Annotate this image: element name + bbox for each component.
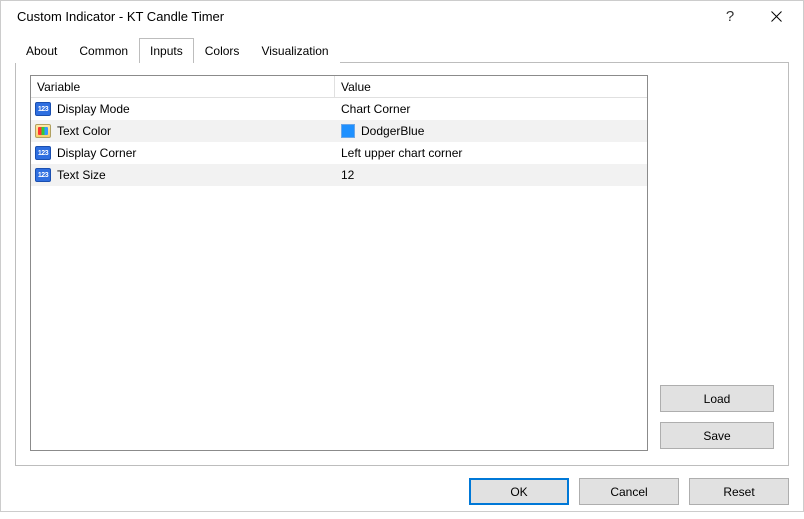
close-button[interactable] — [753, 1, 799, 31]
tab-colors[interactable]: Colors — [194, 38, 251, 63]
number-type-icon: 123 — [35, 102, 51, 116]
table-body: 123 Display Mode Chart Corner Text Color Dod… — [31, 98, 647, 450]
tab-panel: Variable Value 123 Display Mode Chart Corn… — [15, 62, 789, 466]
cell-value[interactable]: Chart Corner — [335, 98, 647, 120]
table-row[interactable]: 123 Display Corner Left upper chart corner — [31, 142, 647, 164]
cell-value[interactable]: DodgerBlue — [335, 120, 647, 142]
variable-label: Text Size — [57, 168, 106, 182]
variable-label: Text Color — [57, 124, 111, 138]
cell-variable: 123 Text Size — [31, 164, 335, 186]
value-label: DodgerBlue — [361, 124, 424, 138]
value-label: Left upper chart corner — [341, 146, 462, 160]
value-label: 12 — [341, 168, 354, 182]
cell-value[interactable]: Left upper chart corner — [335, 142, 647, 164]
cell-variable: 123 Display Mode — [31, 98, 335, 120]
window-title: Custom Indicator - KT Candle Timer — [17, 9, 707, 24]
value-label: Chart Corner — [341, 102, 410, 116]
tab-inputs[interactable]: Inputs — [139, 38, 194, 63]
tab-visualization[interactable]: Visualization — [250, 38, 339, 63]
cell-value[interactable]: 12 — [335, 164, 647, 186]
tabs: About Common Inputs Colors Visualization — [1, 31, 803, 62]
col-header-value[interactable]: Value — [335, 76, 647, 98]
footer-buttons: OK Cancel Reset — [1, 466, 803, 519]
cancel-button[interactable]: Cancel — [579, 478, 679, 505]
variable-label: Display Mode — [57, 102, 130, 116]
color-type-icon — [35, 124, 51, 138]
variable-label: Display Corner — [57, 146, 136, 160]
titlebar: Custom Indicator - KT Candle Timer ? — [1, 1, 803, 31]
color-swatch — [341, 124, 355, 138]
load-button[interactable]: Load — [660, 385, 774, 412]
number-type-icon: 123 — [35, 168, 51, 182]
col-header-variable[interactable]: Variable — [31, 76, 335, 98]
reset-button[interactable]: Reset — [689, 478, 789, 505]
table-header: Variable Value — [31, 76, 647, 98]
ok-button[interactable]: OK — [469, 478, 569, 505]
tab-about[interactable]: About — [15, 38, 68, 63]
inputs-table: Variable Value 123 Display Mode Chart Corn… — [30, 75, 648, 451]
dialog-window: Custom Indicator - KT Candle Timer ? Abo… — [0, 0, 804, 512]
side-buttons: Load Save — [660, 75, 774, 451]
cell-variable: 123 Display Corner — [31, 142, 335, 164]
cell-variable: Text Color — [31, 120, 335, 142]
table-row[interactable]: Text Color DodgerBlue — [31, 120, 647, 142]
table-row[interactable]: 123 Text Size 12 — [31, 164, 647, 186]
table-row[interactable]: 123 Display Mode Chart Corner — [31, 98, 647, 120]
help-button[interactable]: ? — [707, 1, 753, 31]
tab-common[interactable]: Common — [68, 38, 139, 63]
number-type-icon: 123 — [35, 146, 51, 160]
save-button[interactable]: Save — [660, 422, 774, 449]
close-icon — [771, 11, 782, 22]
